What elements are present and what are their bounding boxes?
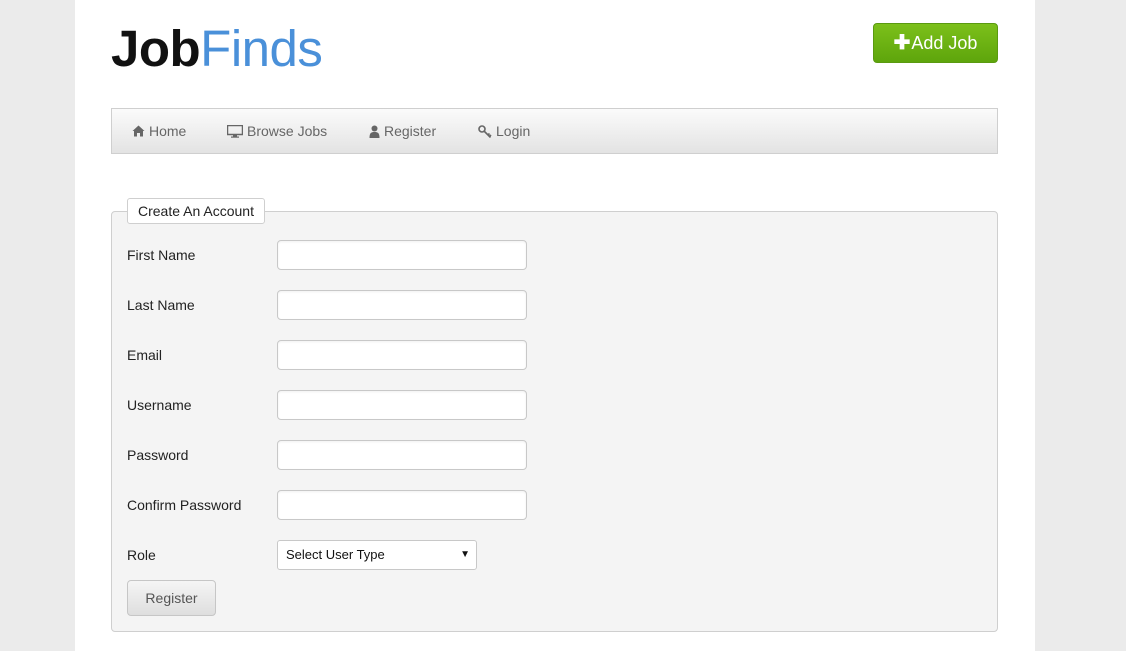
nav-label-home: Home bbox=[149, 123, 187, 139]
confirm-password-input[interactable] bbox=[277, 490, 527, 520]
nav-label-register: Register bbox=[384, 123, 437, 139]
monitor-icon bbox=[227, 124, 243, 138]
nav-item-login[interactable]: Login bbox=[478, 109, 530, 153]
nav-item-browse-jobs[interactable]: Browse Jobs bbox=[227, 109, 327, 153]
role-select[interactable]: Select User Type ▼ bbox=[277, 540, 477, 570]
nav-item-home[interactable]: Home bbox=[132, 109, 186, 153]
caret-down-icon: ▼ bbox=[460, 549, 470, 560]
logo-text-job: Job bbox=[111, 20, 201, 77]
role-select-value: Select User Type bbox=[286, 547, 385, 562]
password-label: Password bbox=[127, 447, 189, 463]
plus-icon: ✚ bbox=[893, 32, 911, 54]
nav-label-login: Login bbox=[496, 123, 531, 139]
last-name-label: Last Name bbox=[127, 297, 195, 313]
user-icon bbox=[369, 125, 380, 138]
password-input[interactable] bbox=[277, 440, 527, 470]
username-input[interactable] bbox=[277, 390, 527, 420]
add-job-label: Add Job bbox=[911, 33, 978, 53]
logo-text-finds: Finds bbox=[200, 20, 323, 77]
register-button[interactable]: Register bbox=[127, 580, 216, 616]
home-icon bbox=[132, 125, 145, 137]
last-name-input[interactable] bbox=[277, 290, 527, 320]
form-legend: Create An Account bbox=[127, 198, 265, 224]
add-job-button[interactable]: ✚Add Job bbox=[873, 23, 998, 63]
site-logo[interactable]: JobFinds bbox=[111, 20, 323, 78]
confirm-password-label: Confirm Password bbox=[127, 497, 242, 513]
registration-form bbox=[111, 211, 998, 632]
role-label: Role bbox=[127, 547, 156, 563]
first-name-label: First Name bbox=[127, 247, 196, 263]
key-icon bbox=[478, 124, 492, 138]
email-label: Email bbox=[127, 347, 163, 363]
first-name-input[interactable] bbox=[277, 240, 527, 270]
page-container: JobFinds ✚Add Job Home Browse Jobs Regis… bbox=[75, 0, 1035, 651]
main-nav: Home Browse Jobs Register Login bbox=[111, 108, 998, 154]
username-label: Username bbox=[127, 397, 192, 413]
nav-item-register[interactable]: Register bbox=[369, 109, 436, 153]
email-input[interactable] bbox=[277, 340, 527, 370]
nav-label-browse-jobs: Browse Jobs bbox=[247, 123, 328, 139]
